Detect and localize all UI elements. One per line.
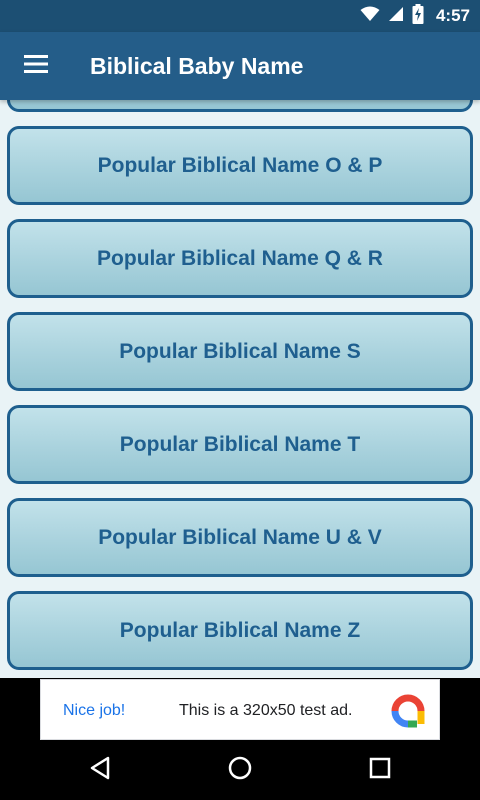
name-button-label: Popular Biblical Name S <box>119 339 361 363</box>
test-ad-banner[interactable]: Nice job! This is a 320x50 test ad. <box>40 679 440 740</box>
app-bar: Biblical Baby Name <box>0 32 480 100</box>
battery-charging-icon <box>412 3 424 29</box>
cellular-signal-icon <box>388 6 404 27</box>
status-icons: 4:57 <box>360 0 470 32</box>
recents-icon <box>369 757 391 784</box>
status-time: 4:57 <box>435 6 470 25</box>
menu-button[interactable] <box>14 44 58 88</box>
name-button-q-r[interactable]: Popular Biblical Name Q & R <box>7 219 473 298</box>
name-button-o-p[interactable]: Popular Biblical Name O & P <box>7 126 473 205</box>
back-icon <box>89 756 111 785</box>
name-button-u-v[interactable]: Popular Biblical Name U & V <box>7 498 473 577</box>
recents-button[interactable] <box>358 748 402 792</box>
name-button-label: Popular Biblical Name Z <box>119 618 361 642</box>
hamburger-menu-icon <box>24 54 48 78</box>
app-title: Biblical Baby Name <box>90 53 304 79</box>
home-icon <box>228 756 252 785</box>
name-button-label: Popular Biblical Name T <box>119 432 361 456</box>
name-button-label: Popular Biblical Name Q & R <box>97 246 383 270</box>
name-button-label: Popular Biblical Name O & P <box>97 153 383 177</box>
name-button-z[interactable]: Popular Biblical Name Z <box>7 591 473 670</box>
name-button-t[interactable]: Popular Biblical Name T <box>7 405 473 484</box>
adchoices-logo-icon[interactable] <box>391 694 425 728</box>
name-button-s[interactable]: Popular Biblical Name S <box>7 312 473 391</box>
ad-text: This is a 320x50 test ad. <box>179 702 353 719</box>
wifi-icon <box>360 6 380 27</box>
home-button[interactable] <box>218 748 262 792</box>
back-button[interactable] <box>78 748 122 792</box>
name-button-partial[interactable] <box>7 100 473 112</box>
ad-badge: Nice job! <box>63 702 126 719</box>
name-list[interactable]: Popular Biblical Name O & P Popular Bibl… <box>0 100 480 678</box>
status-bar: 4:57 <box>0 0 480 32</box>
name-button-label: Popular Biblical Name U & V <box>98 525 382 549</box>
nav-bar <box>0 740 480 800</box>
